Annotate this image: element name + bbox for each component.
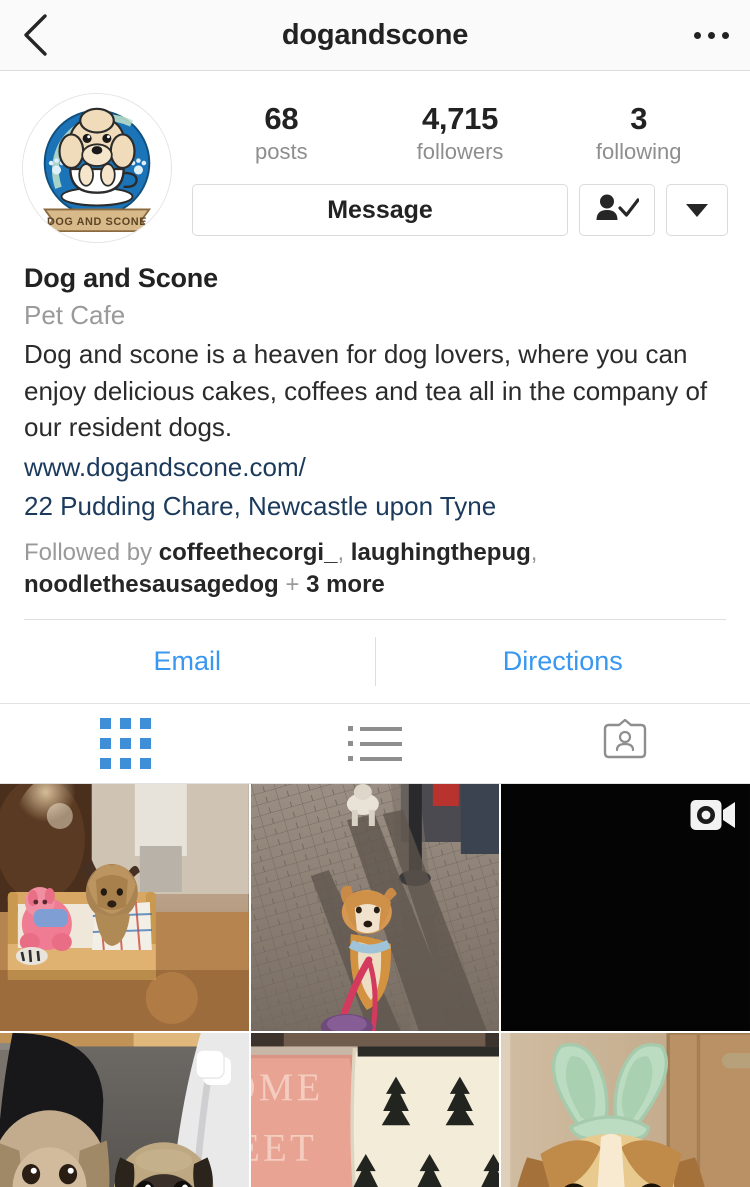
stats-row: 68 posts 4,715 followers 3 following	[192, 101, 728, 166]
grid-icon	[99, 718, 151, 770]
directions-button[interactable]: Directions	[376, 620, 750, 703]
video-icon	[690, 798, 736, 832]
navigation-bar: dogandscone	[0, 0, 750, 71]
followed-by-plus: +	[285, 571, 300, 599]
instagram-profile-screen: dogandscone DOG AND SCONE 68 posts 4,715…	[0, 0, 750, 1187]
action-buttons-row: Message	[192, 184, 728, 237]
post-thumbnail[interactable]: HOME WEET OME	[250, 1033, 500, 1187]
profile-tabs	[0, 704, 750, 785]
chevron-down-icon	[686, 203, 708, 217]
tab-grid[interactable]	[0, 704, 250, 783]
tab-tagged[interactable]	[500, 704, 750, 783]
following-status-button[interactable]	[579, 184, 655, 237]
back-button[interactable]	[0, 0, 70, 70]
avatar-container[interactable]: DOG AND SCONE	[22, 93, 180, 243]
posts-count: 68	[264, 101, 299, 136]
avatar-logo-image: DOG AND SCONE	[23, 94, 171, 242]
stat-posts[interactable]: 68 posts	[192, 101, 371, 166]
page-title: dogandscone	[281, 18, 469, 51]
message-button[interactable]: Message	[192, 184, 568, 237]
posts-label: posts	[255, 138, 308, 164]
stat-following[interactable]: 3 following	[549, 101, 728, 166]
profile-website-link[interactable]: www.dogandscone.com/	[24, 448, 726, 486]
profile-stats-and-actions: 68 posts 4,715 followers 3 following Mes…	[180, 93, 728, 243]
followed-by-section[interactable]: Followed by coffeethecorgi_, laughingthe…	[24, 537, 726, 601]
tagged-badge-icon	[601, 718, 649, 768]
profile-category: Pet Cafe	[24, 299, 126, 330]
post-image	[0, 784, 249, 1032]
followed-by-comma-2: ,	[530, 539, 538, 567]
bio-section: Dog and Scone Pet Cafe Dog and scone is …	[0, 243, 750, 601]
avatar-banner-text: DOG AND SCONE	[47, 216, 147, 228]
followers-count: 4,715	[421, 101, 499, 136]
more-options-button[interactable]	[672, 0, 750, 70]
post-thumbnail[interactable]	[0, 784, 249, 1032]
posts-grid: HOME WEET OME	[0, 784, 750, 1187]
post-image: HOME WEET OME	[250, 1033, 500, 1187]
post-image	[501, 1033, 750, 1187]
followed-by-more[interactable]: 3 more	[306, 571, 385, 598]
contact-buttons-row: Email Directions	[0, 620, 750, 705]
profile-header: DOG AND SCONE 68 posts 4,715 followers 3…	[0, 71, 750, 243]
cushion-text-line-1: HOME	[251, 1067, 324, 1109]
post-thumbnail[interactable]	[250, 784, 500, 1032]
carousel-icon	[193, 1047, 235, 1089]
email-button[interactable]: Email	[0, 620, 375, 703]
profile-display-name: Dog and Scone	[24, 263, 218, 293]
stat-followers[interactable]: 4,715 followers	[371, 101, 550, 166]
cushion-text-line-2: WEET	[251, 1128, 317, 1170]
more-options-icon	[693, 31, 729, 39]
post-image	[250, 784, 500, 1032]
followed-by-user-1[interactable]: coffeethecorgi_	[159, 539, 338, 566]
profile-options-dropdown-button[interactable]	[666, 184, 728, 237]
post-thumbnail[interactable]	[501, 1033, 750, 1187]
chevron-left-icon	[21, 13, 49, 57]
followed-by-comma-1: ,	[337, 539, 345, 567]
list-icon	[348, 726, 402, 762]
followers-label: followers	[416, 138, 504, 164]
followed-by-user-2[interactable]: laughingthepug	[351, 539, 531, 566]
following-count: 3	[630, 101, 648, 136]
post-thumbnail[interactable]	[501, 784, 750, 1032]
tab-list[interactable]	[250, 704, 500, 783]
avatar[interactable]: DOG AND SCONE	[22, 93, 172, 243]
post-thumbnail[interactable]	[0, 1033, 249, 1187]
profile-bio-text: Dog and scone is a heaven for dog lovers…	[24, 338, 708, 443]
followed-by-prefix: Followed by	[24, 539, 153, 567]
followed-by-user-3[interactable]: noodlethesausagedog	[24, 571, 279, 598]
following-label: following	[595, 138, 682, 164]
profile-address-link[interactable]: 22 Pudding Chare, Newcastle upon Tyne	[24, 487, 726, 525]
person-check-icon	[595, 193, 640, 228]
